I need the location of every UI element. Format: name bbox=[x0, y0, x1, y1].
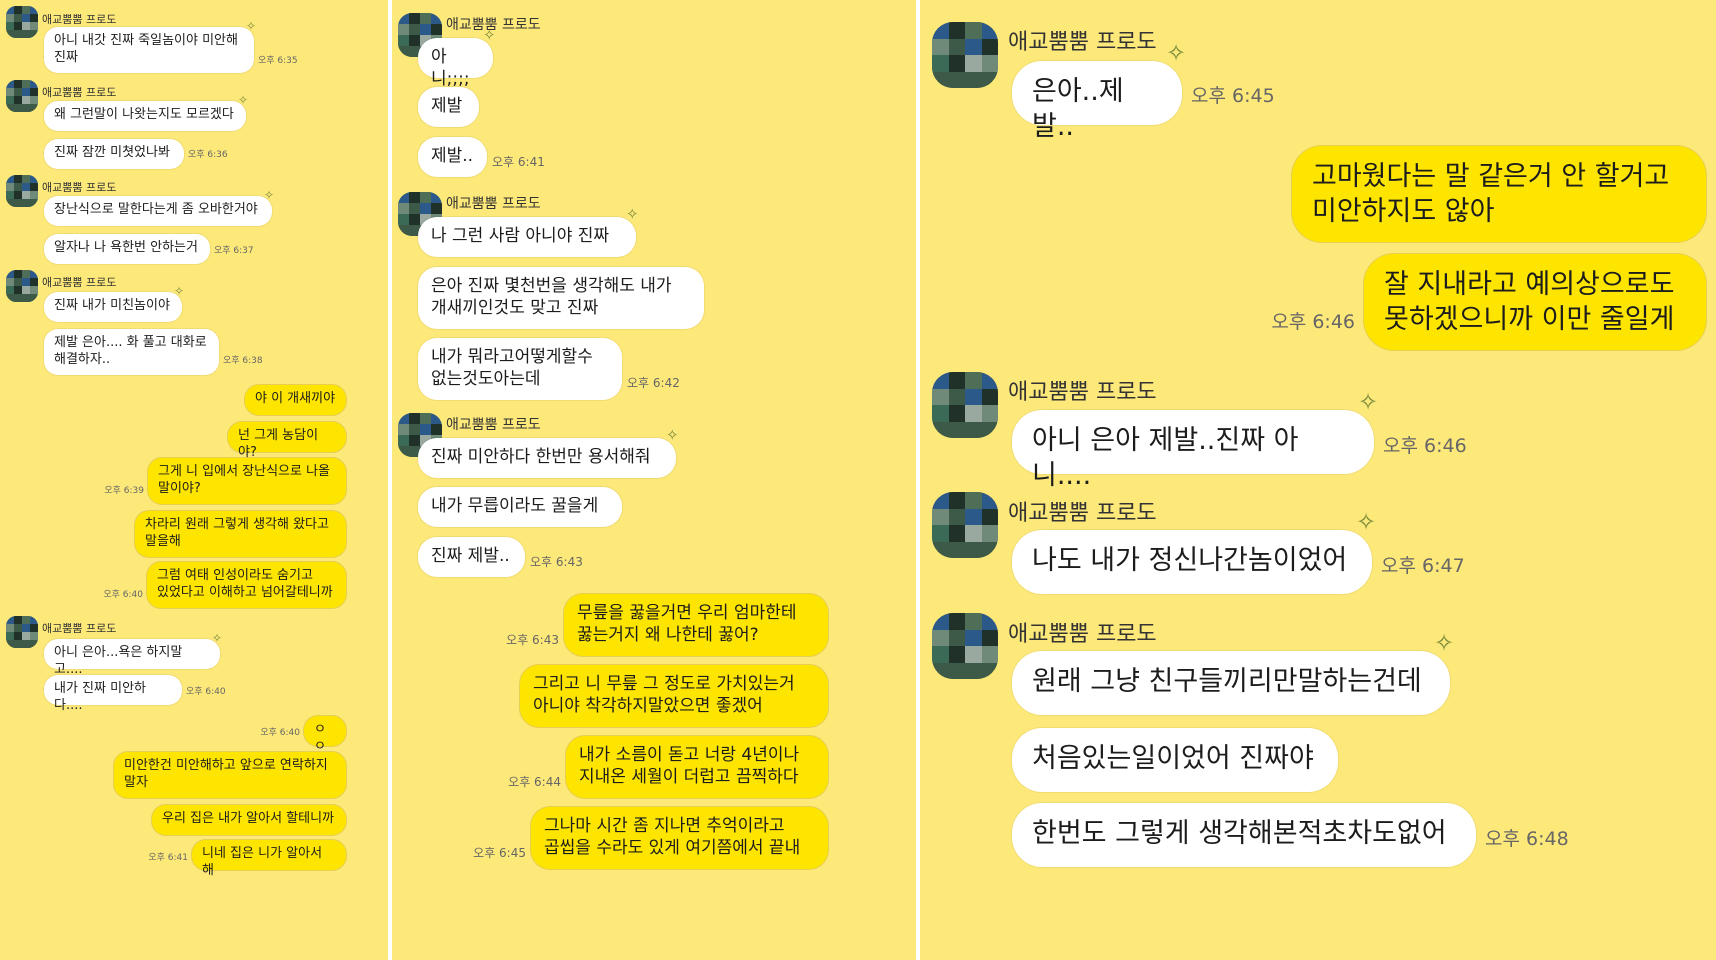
outgoing-message[interactable]: 그게 니 입에서 장난식으로 나올 말이야? bbox=[148, 458, 346, 504]
incoming-message[interactable]: 내가 진짜 미안하다.... bbox=[44, 675, 182, 713]
outgoing-message[interactable]: 내가 소름이 돋고 너랑 4년이나 지내온 세월이 더럽고 끔찍하다 bbox=[566, 736, 828, 798]
incoming-message[interactable]: 나도 내가 정신나간놈이었어 bbox=[1012, 530, 1372, 594]
message-time: 오후 6:45 bbox=[1191, 85, 1275, 107]
message-time: 오후 6:38 bbox=[223, 356, 263, 366]
message-time: 오후 6:45 bbox=[473, 846, 526, 860]
incoming-message[interactable]: 진짜 제발.. bbox=[418, 537, 525, 577]
incoming-message[interactable]: 은아 진짜 몇천번을 생각해도 내가 개새끼인것도 맞고 진짜 bbox=[418, 267, 704, 329]
message-time: 오후 6:40 bbox=[186, 687, 226, 697]
message-time: 오후 6:40 bbox=[103, 590, 143, 600]
message-time: 오후 6:48 bbox=[1485, 828, 1569, 850]
sender-name: 애교뿜뿜 프로도 bbox=[42, 86, 117, 99]
outgoing-message[interactable]: 잘 지내라고 예의상으로도 못하겠으니까 이만 줄일게 bbox=[1364, 254, 1706, 350]
sender-name: 애교뿜뿜 프로도 bbox=[1008, 501, 1157, 526]
incoming-message[interactable]: 제발 은아.... 화 풀고 대화로 해결하자.. bbox=[44, 329, 219, 375]
sparkle-icon: ✧ bbox=[174, 284, 185, 298]
chat-panel-3[interactable]: 애교뿜뿜 프로도 은아..제발.. ✧ 오후 6:45 고마웠다는 말 같은거 안 할거… bbox=[920, 0, 1716, 960]
sparkle-icon: ✧ bbox=[1358, 388, 1379, 416]
profile-avatar[interactable] bbox=[932, 613, 998, 679]
incoming-message[interactable]: 제발 bbox=[418, 87, 479, 127]
outgoing-message[interactable]: 그나마 시간 좀 지나면 추억이라고 곱씹을 수라도 있게 여기쯤에서 끝내 bbox=[531, 807, 828, 869]
outgoing-message[interactable]: 넌 그게 농담이야? bbox=[228, 422, 346, 460]
message-time: 오후 6:43 bbox=[506, 633, 559, 647]
outgoing-message[interactable]: 고마웠다는 말 같은거 안 할거고 미안하지도 않아 bbox=[1292, 146, 1706, 242]
incoming-message[interactable]: 제발.. bbox=[418, 137, 487, 177]
incoming-message[interactable]: 은아..제발.. bbox=[1012, 61, 1182, 142]
chat-panel-1[interactable]: 애교뿜뿜 프로도 아니 내갓 진짜 죽일놈이야 미안해 진짜 ✧ 오후 6:35 애교뿜… bbox=[0, 0, 388, 960]
outgoing-message[interactable]: 우리 집은 내가 알아서 할테니까 bbox=[152, 805, 346, 835]
incoming-message[interactable]: 진짜 미안하다 한번만 용서해줘 bbox=[418, 438, 676, 478]
message-time: 오후 6:42 bbox=[627, 376, 680, 390]
incoming-message[interactable]: 나 그런 사람 아니야 진짜 bbox=[418, 217, 636, 257]
sparkle-icon: ✧ bbox=[238, 93, 249, 107]
incoming-message[interactable]: 내가 뭐라고어떻게할수 없는것도아는데 bbox=[418, 338, 622, 400]
incoming-message[interactable]: 아니;;;; bbox=[418, 38, 493, 89]
outgoing-message[interactable]: 차라리 원래 그렇게 생각해 왔다고 말을해 bbox=[135, 511, 346, 557]
message-time: 오후 6:46 bbox=[1271, 311, 1355, 333]
incoming-message[interactable]: 진짜 잠깐 미쳣었나봐 bbox=[44, 139, 184, 169]
sparkle-icon: ✧ bbox=[264, 188, 275, 202]
incoming-message[interactable]: 한번도 그렇게 생각해본적초차도없어 bbox=[1012, 803, 1476, 867]
sparkle-icon: ✧ bbox=[626, 205, 639, 223]
message-time: 오후 6:35 bbox=[258, 56, 298, 66]
incoming-message[interactable]: 아니 은아 제발..진짜 아니.... bbox=[1012, 410, 1374, 491]
outgoing-message[interactable]: ㅇㅇ bbox=[304, 716, 346, 754]
incoming-message[interactable]: 원래 그냥 친구들끼리만말하는건데 bbox=[1012, 651, 1450, 715]
profile-avatar[interactable] bbox=[6, 270, 38, 302]
message-time: 오후 6:47 bbox=[1381, 555, 1465, 577]
message-time: 오후 6:43 bbox=[530, 555, 583, 569]
sparkle-icon: ✧ bbox=[483, 26, 496, 44]
message-time: 오후 6:41 bbox=[148, 853, 188, 863]
incoming-message[interactable]: 알자나 나 욕한번 안하는거 bbox=[44, 234, 210, 264]
sparkle-icon: ✧ bbox=[246, 19, 257, 33]
sender-name: 애교뿜뿜 프로도 bbox=[42, 622, 117, 635]
incoming-message[interactable]: 장난식으로 말한다는게 좀 오바한거야 bbox=[44, 196, 272, 226]
incoming-message[interactable]: 왜 그런말이 나왓는지도 모르겠다 bbox=[44, 101, 246, 131]
incoming-message[interactable]: 처음있는일이었어 진짜야 bbox=[1012, 728, 1338, 792]
incoming-message[interactable]: 아니 내갓 진짜 죽일놈이야 미안해 진짜 bbox=[44, 27, 254, 73]
message-time: 오후 6:44 bbox=[508, 775, 561, 789]
outgoing-message[interactable]: 무릎을 꿇을거면 우리 엄마한테 꿇는거지 왜 나한테 꿇어? bbox=[564, 594, 828, 656]
sparkle-icon: ✧ bbox=[1166, 39, 1187, 67]
sender-name: 애교뿜뿜 프로도 bbox=[446, 417, 541, 433]
profile-avatar[interactable] bbox=[6, 175, 38, 207]
outgoing-message[interactable]: 미안한건 미안해하고 앞으로 연락하지 말자 bbox=[114, 752, 346, 798]
message-time: 오후 6:39 bbox=[104, 486, 144, 496]
profile-avatar[interactable] bbox=[6, 6, 38, 38]
sender-name: 애교뿜뿜 프로도 bbox=[446, 196, 541, 212]
profile-avatar[interactable] bbox=[6, 616, 38, 648]
sender-name: 애교뿜뿜 프로도 bbox=[1008, 380, 1157, 405]
outgoing-message[interactable]: 그리고 니 무릎 그 정도로 가치있는거 아니야 착각하지말았으면 좋겠어 bbox=[520, 665, 828, 727]
sparkle-icon: ✧ bbox=[1434, 629, 1455, 657]
chat-panel-2[interactable]: 애교뿜뿜 프로도 아니;;;; ✧ 제발 제발.. 오후 6:41 애교뿜뿜 프로도 나 그런… bbox=[392, 0, 916, 960]
sparkle-icon: ✧ bbox=[666, 426, 679, 444]
sparkle-icon: ✧ bbox=[212, 631, 223, 645]
sender-name: 애교뿜뿜 프로도 bbox=[42, 276, 117, 289]
message-time: 오후 6:36 bbox=[188, 150, 228, 160]
profile-avatar[interactable] bbox=[932, 372, 998, 438]
sparkle-icon: ✧ bbox=[1356, 508, 1377, 536]
profile-avatar[interactable] bbox=[932, 22, 998, 88]
message-time: 오후 6:46 bbox=[1383, 435, 1467, 457]
outgoing-message[interactable]: 야 이 개새끼야 bbox=[245, 385, 346, 415]
profile-avatar[interactable] bbox=[932, 492, 998, 558]
message-time: 오후 6:40 bbox=[260, 728, 300, 738]
sender-name: 애교뿜뿜 프로도 bbox=[1008, 30, 1157, 55]
incoming-message[interactable]: 아니 은아...욕은 하지말고.... bbox=[44, 639, 220, 677]
incoming-message[interactable]: 내가 무릅이라도 꿀을게 bbox=[418, 487, 622, 527]
message-time: 오후 6:41 bbox=[492, 155, 545, 169]
incoming-message[interactable]: 진짜 내가 미친놈이야 bbox=[44, 292, 182, 322]
profile-avatar[interactable] bbox=[6, 80, 38, 112]
message-time: 오후 6:37 bbox=[214, 246, 254, 256]
sender-name: 애교뿜뿜 프로도 bbox=[1008, 622, 1157, 647]
outgoing-message[interactable]: 니네 집은 니가 알아서 해 bbox=[192, 840, 346, 878]
sender-name: 애교뿜뿜 프로도 bbox=[42, 181, 117, 194]
sender-name: 애교뿜뿜 프로도 bbox=[42, 13, 117, 26]
outgoing-message[interactable]: 그럼 여태 인성이라도 숨기고 있었다고 이해하고 넘어갈테니까 bbox=[147, 562, 346, 608]
